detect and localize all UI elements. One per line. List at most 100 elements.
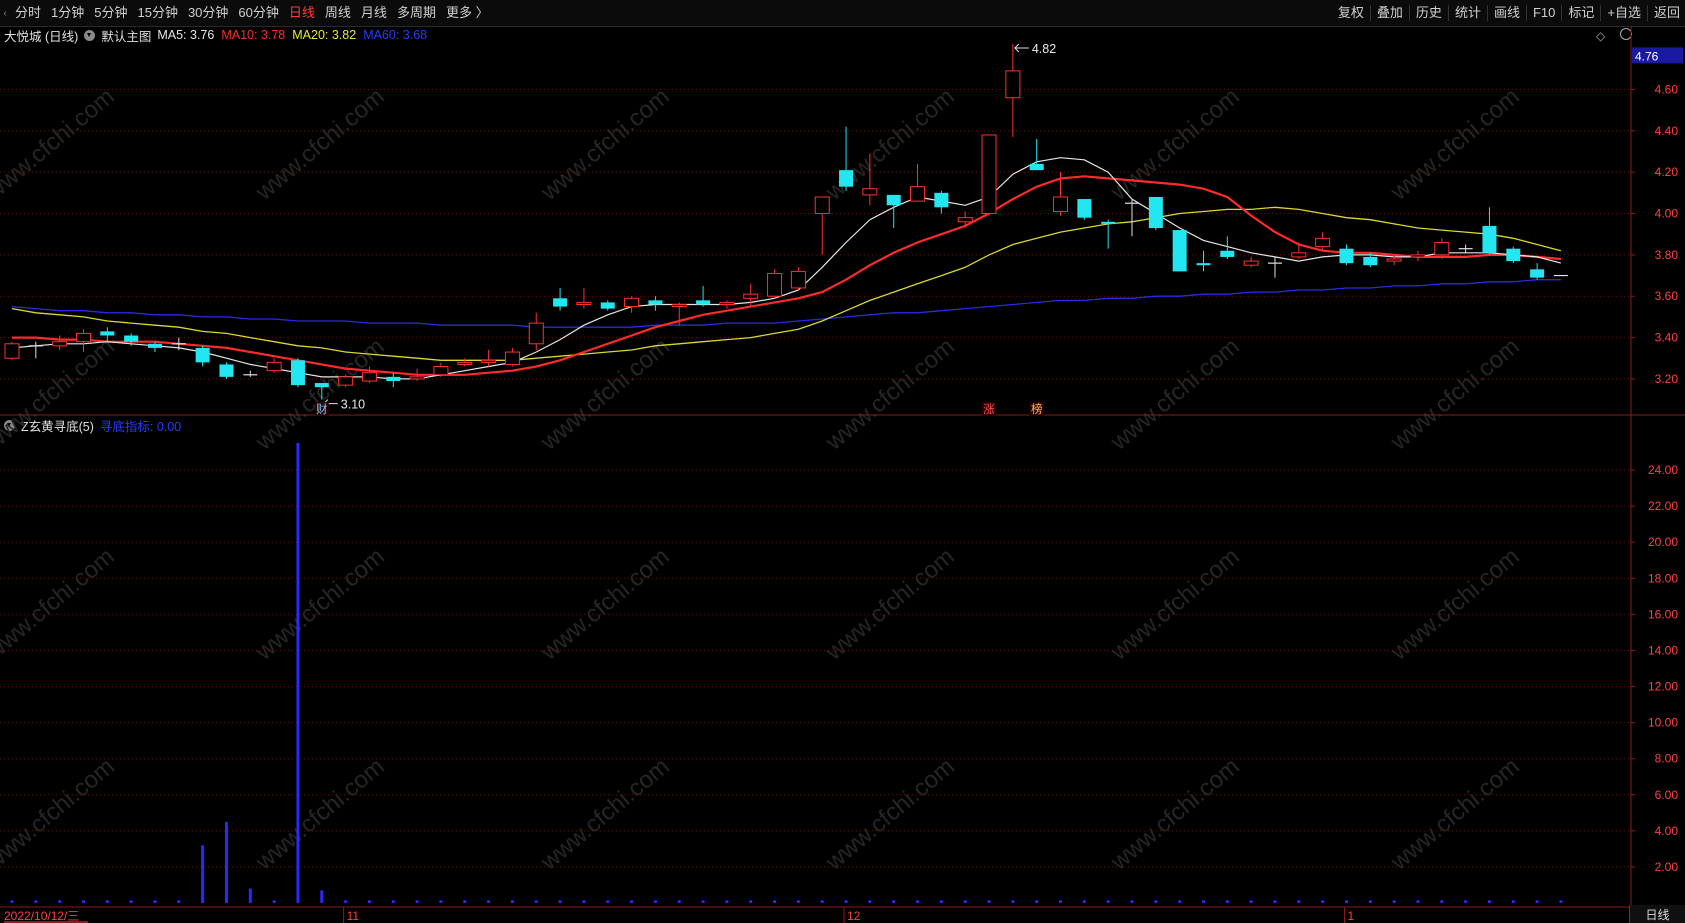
indicator-bar [1202, 900, 1205, 903]
indicator-tick-label: 6.00 [1655, 788, 1679, 802]
candle [219, 362, 234, 379]
indicator-bar [892, 900, 896, 903]
watermark-text: www.cfchi.com [1105, 83, 1245, 206]
candle [457, 358, 473, 367]
indicator-bar [224, 821, 228, 903]
candle [195, 345, 210, 367]
candle-body-up [910, 186, 926, 202]
candle-body-down [195, 347, 210, 363]
indicator-bar [1321, 900, 1325, 903]
price-tick-label: 4.00 [1655, 207, 1679, 221]
candle-body-up [266, 361, 282, 372]
candle-body-down [1339, 248, 1354, 264]
event-marker: 涨 [983, 403, 995, 416]
candle [386, 372, 401, 388]
candle [1077, 199, 1092, 220]
candle [981, 134, 997, 216]
candle [696, 285, 711, 307]
ma60-line [11, 279, 1561, 328]
indicator-tick-label: 4.00 [1655, 824, 1679, 838]
indicator-bar [701, 900, 705, 903]
watermark-text: www.cfchi.com [1385, 333, 1525, 456]
indicator-bar [1011, 900, 1015, 903]
candle [1315, 232, 1331, 251]
candle [576, 287, 592, 309]
watermark-text: www.cfchi.com [250, 333, 390, 456]
indicator-axis: 24.00 22.00 20.00 18.00 16.00 14.00 12.00 10.00… [1631, 463, 1678, 874]
watermark-text: www.cfchi.com [1105, 543, 1245, 666]
indicator-tick-label: 10.00 [1648, 716, 1678, 730]
candle-body-down [124, 335, 139, 342]
watermark-text: www.cfchi.com [0, 543, 120, 666]
candle [338, 374, 354, 388]
candle-body-up [1243, 260, 1259, 266]
indicator-tick-label: 20.00 [1648, 535, 1678, 549]
kline-chart[interactable]: www.cfchi.com www.cfchi.com www.cfchi.com w… [0, 0, 1685, 923]
date-label: 1 [1347, 909, 1354, 923]
candle-body-down [1220, 250, 1235, 257]
watermark-text: www.cfchi.com [535, 333, 675, 456]
indicator-bar [796, 900, 800, 903]
date-label: 2022/10/12/三 [4, 909, 79, 923]
indicator-bar [1487, 900, 1491, 903]
candle-body-down [1172, 230, 1187, 272]
watermark-text: www.cfchi.com [1385, 543, 1525, 666]
indicator-bar [725, 900, 729, 903]
price-axis: 4.60 4.40 4.20 4.00 3.80 3.60 3.40 3.20 4.76 [1631, 47, 1683, 386]
candle [1506, 246, 1521, 264]
candle-body-up [1053, 196, 1069, 212]
candle-body-up [1386, 258, 1402, 262]
candle-body-down [100, 331, 115, 336]
current-price-label: 4.76 [1635, 49, 1659, 63]
indicator-bar [1225, 900, 1229, 903]
candle [910, 163, 926, 202]
candle-body-up [814, 196, 830, 215]
candle-body-down [934, 192, 949, 208]
candle [28, 341, 43, 359]
price-tick-label: 3.40 [1655, 331, 1679, 345]
indicator-bar [630, 900, 634, 903]
indicator-bar [320, 890, 324, 903]
candle-body-up [75, 332, 91, 343]
indicator-tick-label: 8.00 [1655, 752, 1679, 766]
candle-body-up [504, 351, 520, 365]
ma5-line [11, 157, 1562, 380]
candle-body-up [671, 303, 687, 308]
candle-body-up [1005, 70, 1021, 99]
indicator-bar [296, 443, 300, 903]
price-tick-label: 4.20 [1655, 165, 1679, 179]
indicator-bar [582, 900, 586, 903]
period-status-tab[interactable]: 日线 [1629, 905, 1685, 923]
indicator-bar [201, 845, 205, 903]
indicator-bar [844, 900, 848, 903]
candle-body-up [576, 301, 592, 305]
candle-body-up [4, 343, 20, 359]
candle-body-up [743, 293, 759, 299]
candle [624, 296, 640, 313]
candle-body-down [147, 343, 162, 348]
candle [719, 300, 735, 309]
indicator-bar [367, 900, 371, 903]
candle-body-up [1315, 237, 1331, 248]
candle [1029, 139, 1044, 171]
high-arrow-icon [1014, 43, 1029, 53]
candle [266, 358, 282, 373]
candle-body-up [767, 272, 783, 297]
candle-body-down [648, 300, 663, 305]
watermark-text: www.cfchi.com [1105, 333, 1245, 456]
indicator-bar [463, 900, 467, 903]
indicator-bar [34, 900, 38, 903]
indicator-bar [987, 900, 991, 903]
indicator-bar [248, 888, 252, 903]
candle-body-down [839, 170, 854, 187]
indicator-tick-label: 24.00 [1648, 463, 1678, 477]
candle-body-up [409, 376, 425, 380]
candle-body-down [290, 360, 305, 386]
watermark-text: www.cfchi.com [250, 753, 390, 876]
indicator-bar [773, 900, 777, 903]
candle-body-up [624, 297, 640, 308]
indicator-bar [653, 900, 657, 903]
candle-body-up [957, 217, 973, 223]
indicator-tick-label: 2.00 [1655, 860, 1679, 874]
candle [1243, 256, 1259, 268]
